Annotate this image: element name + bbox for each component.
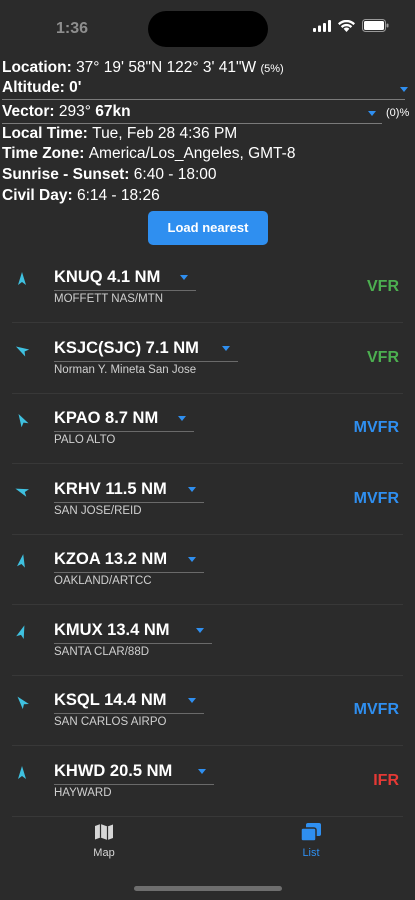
wind-direction-icon — [15, 346, 30, 356]
flight-category-badge: IFR — [373, 771, 399, 789]
station-underline — [54, 501, 204, 503]
home-indicator — [134, 886, 282, 891]
station-name: SAN CARLOS AIRPO — [54, 716, 167, 728]
altitude-value: 0' — [69, 79, 82, 96]
location-label: Location: — [2, 59, 72, 76]
station-dropdown-arrow[interactable] — [198, 768, 206, 774]
list-icon — [300, 823, 321, 842]
status-icons — [313, 19, 389, 32]
station-name: PALO ALTO — [54, 434, 116, 446]
station-dropdown-arrow[interactable] — [180, 275, 188, 280]
station-dropdown-arrow[interactable] — [188, 557, 196, 562]
civil-day-value: 6:14 - 18:26 — [76, 187, 160, 204]
civil-day-label: Civil Day: — [2, 187, 73, 204]
wifi-icon — [338, 19, 355, 32]
station-underline — [54, 783, 214, 785]
vector-heading: 293° — [58, 103, 91, 120]
sunrise-sunset-value: 6:40 - 18:00 — [133, 166, 217, 183]
flight-category-badge: MVFR — [353, 419, 399, 436]
location-accuracy: (5%) — [260, 63, 284, 75]
dynamic-island — [148, 11, 268, 47]
status-bar: 1:36 — [0, 0, 415, 56]
tab-map[interactable]: Map — [64, 822, 144, 859]
wind-direction-icon — [18, 765, 26, 779]
flight-category-badge: VFR — [367, 278, 399, 295]
load-nearest-button[interactable]: Load nearest — [148, 211, 268, 245]
wind-direction-icon — [18, 272, 26, 285]
station-dropdown-arrow[interactable] — [196, 627, 204, 633]
vector-label: Vector: — [2, 103, 55, 120]
station-row[interactable]: KSJC(SJC) 7.1 NM Norman Y. Mineta San Jos… — [0, 324, 415, 394]
station-title: KSJC(SJC) 7.1 NM — [54, 338, 199, 357]
tab-list-label: List — [302, 847, 320, 859]
wind-direction-icon — [18, 413, 29, 428]
signal-icon — [313, 19, 331, 32]
station-dropdown-arrow[interactable] — [188, 698, 196, 703]
station-row[interactable]: KPAO 8.7 NM PALO ALTO MVFR — [0, 394, 415, 464]
battery-icon — [362, 19, 389, 32]
station-title: KNUQ 4.1 NM — [54, 268, 161, 286]
station-title: KHWD 20.5 NM — [54, 761, 173, 780]
vector-line[interactable]: Vector: 293° 67kn — [2, 102, 131, 122]
flight-category-badge: MVFR — [353, 489, 399, 507]
flight-category-badge: MVFR — [353, 701, 399, 718]
station-row[interactable]: KHWD 20.5 NM HAYWARD IFR — [0, 747, 415, 817]
tab-map-label: Map — [93, 847, 115, 859]
local-time-line: Local Time: Tue, Feb 28 4:36 PM — [2, 124, 237, 144]
station-row[interactable]: KZOA 13.2 NM OAKLAND/ARTCC — [0, 535, 415, 605]
station-row[interactable]: KRHV 11.5 NM SAN JOSE/REID MVFR — [0, 465, 415, 535]
station-row[interactable]: KSQL 14.4 NM SAN CARLOS AIRPO MVFR — [0, 676, 415, 746]
station-dropdown-arrow[interactable] — [178, 416, 186, 421]
tab-list[interactable]: List — [271, 822, 351, 859]
station-underline — [54, 360, 238, 362]
station-title: KZOA 13.2 NM — [54, 550, 168, 568]
wind-direction-icon — [16, 624, 25, 639]
vector-dropdown-arrow[interactable] — [368, 111, 376, 116]
flight-category-badge: VFR — [367, 348, 399, 366]
location-value: 37° 19' 58"N 122° 3' 41"W — [76, 59, 257, 76]
station-title: KPAO 8.7 NM — [54, 409, 159, 427]
station-name: Norman Y. Mineta San Jose — [54, 363, 197, 376]
station-name: MOFFETT NAS/MTN — [54, 293, 164, 305]
station-name: OAKLAND/ARTCC — [54, 575, 152, 587]
station-underline — [54, 431, 194, 432]
local-time-value: Tue, Feb 28 4:36 PM — [92, 125, 238, 142]
vector-speed: 67kn — [95, 103, 131, 120]
station-underline — [54, 290, 196, 291]
local-time-label: Local Time: — [2, 125, 88, 142]
map-icon — [95, 824, 113, 840]
wind-direction-icon — [17, 696, 29, 710]
wind-direction-icon — [15, 488, 30, 497]
altitude-dropdown-arrow[interactable] — [400, 87, 408, 92]
station-dropdown-arrow[interactable] — [188, 486, 196, 492]
time-zone-value: America/Los_Angeles, GMT-8 — [88, 145, 296, 162]
sunrise-sunset-line: Sunrise - Sunset: 6:40 - 18:00 — [2, 165, 217, 185]
vector-accuracy: (0)% — [386, 107, 410, 119]
altitude-line[interactable]: Altitude: 0' — [2, 78, 81, 98]
station-name: SANTA CLAR/88D — [54, 645, 150, 658]
time-zone-label: Time Zone: — [2, 145, 85, 162]
station-dropdown-arrow[interactable] — [222, 345, 230, 351]
location-line: Location: 37° 19' 58"N 122° 3' 41"W (5%) — [2, 58, 284, 78]
station-underline — [54, 713, 204, 714]
station-title: KRHV 11.5 NM — [54, 479, 167, 498]
station-row[interactable]: KNUQ 4.1 NM MOFFETT NAS/MTN VFR — [0, 253, 415, 323]
station-row[interactable]: KMUX 13.4 NM SANTA CLAR/88D — [0, 606, 415, 676]
station-underline — [54, 642, 212, 644]
station-title: KSQL 14.4 NM — [54, 691, 167, 709]
station-underline — [54, 572, 204, 573]
sunrise-sunset-label: Sunrise - Sunset: — [2, 166, 130, 183]
time-zone-line: Time Zone: America/Los_Angeles, GMT-8 — [2, 144, 295, 164]
status-time: 1:36 — [56, 20, 89, 37]
station-name: SAN JOSE/REID — [54, 504, 142, 517]
altitude-underline — [2, 99, 405, 100]
station-title: KMUX 13.4 NM — [54, 620, 170, 639]
station-name: HAYWARD — [54, 786, 112, 799]
altitude-label: Altitude: — [2, 79, 65, 96]
civil-day-line: Civil Day: 6:14 - 18:26 — [2, 186, 160, 206]
wind-direction-icon — [17, 554, 25, 568]
